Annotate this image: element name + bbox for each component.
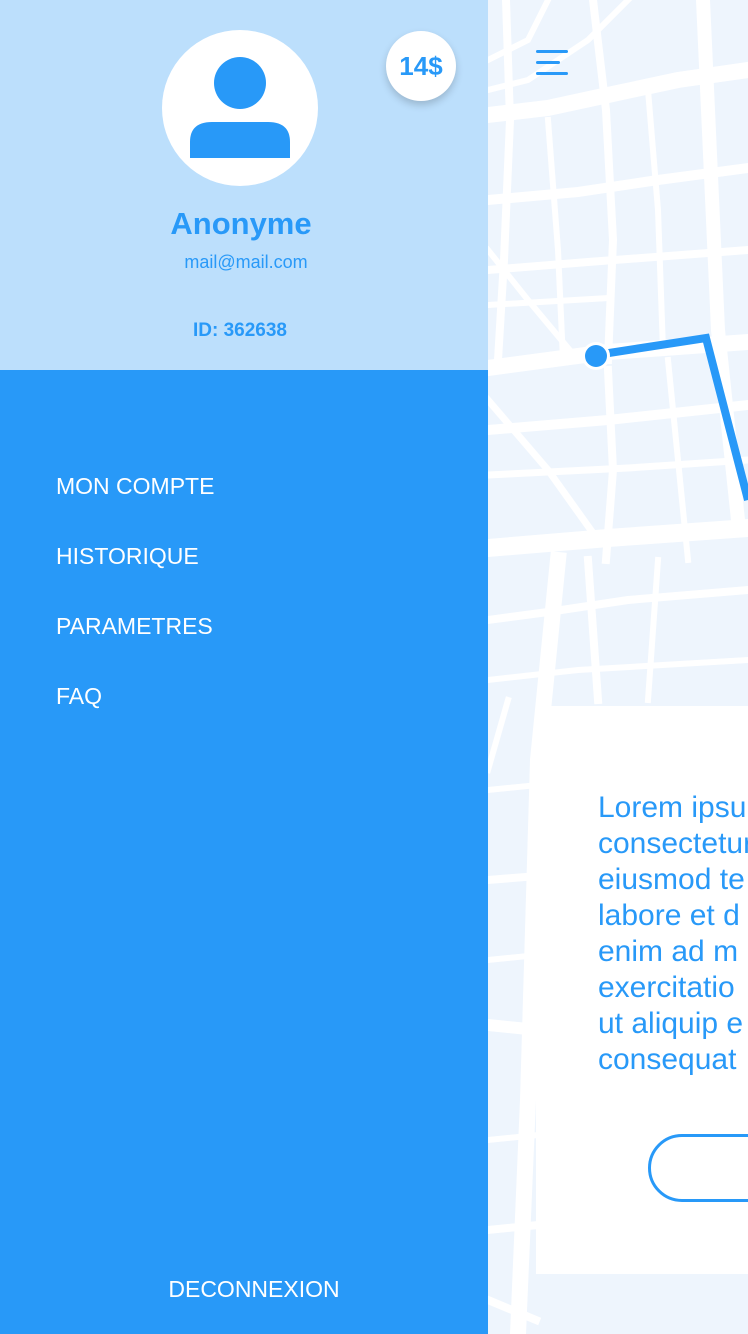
logout-button[interactable]: DECONNEXION [0, 1276, 508, 1303]
user-name: Anonyme [170, 206, 312, 241]
info-card: Lorem ipsum consectetur eiusmod te labor… [536, 706, 748, 1274]
user-email: mail@mail.com [184, 252, 308, 272]
profile-header: 14$ Anonyme mail@mail.com ID: 362638 [0, 0, 488, 370]
menu-item-faq[interactable]: FAQ [56, 682, 214, 752]
route-dot-icon [585, 345, 607, 367]
map-view[interactable]: Lorem ipsum consectetur eiusmod te labor… [488, 0, 748, 1334]
drawer-menu: MON COMPTE HISTORIQUE PARAMETRES FAQ [56, 472, 214, 752]
menu-item-parametres[interactable]: PARAMETRES [56, 612, 214, 682]
avatar[interactable] [162, 30, 318, 186]
menu-item-historique[interactable]: HISTORIQUE [56, 542, 214, 612]
menu-item-mon-compte[interactable]: MON COMPTE [56, 472, 214, 542]
side-drawer: 14$ Anonyme mail@mail.com ID: 362638 MON… [0, 0, 488, 1334]
balance-badge[interactable]: 14$ [386, 31, 456, 101]
hamburger-icon[interactable] [532, 48, 568, 82]
card-action-button[interactable] [648, 1134, 748, 1202]
card-text: Lorem ipsum consectetur eiusmod te labor… [598, 791, 748, 1076]
user-id: ID: 362638 [192, 320, 287, 341]
user-icon [190, 57, 290, 158]
